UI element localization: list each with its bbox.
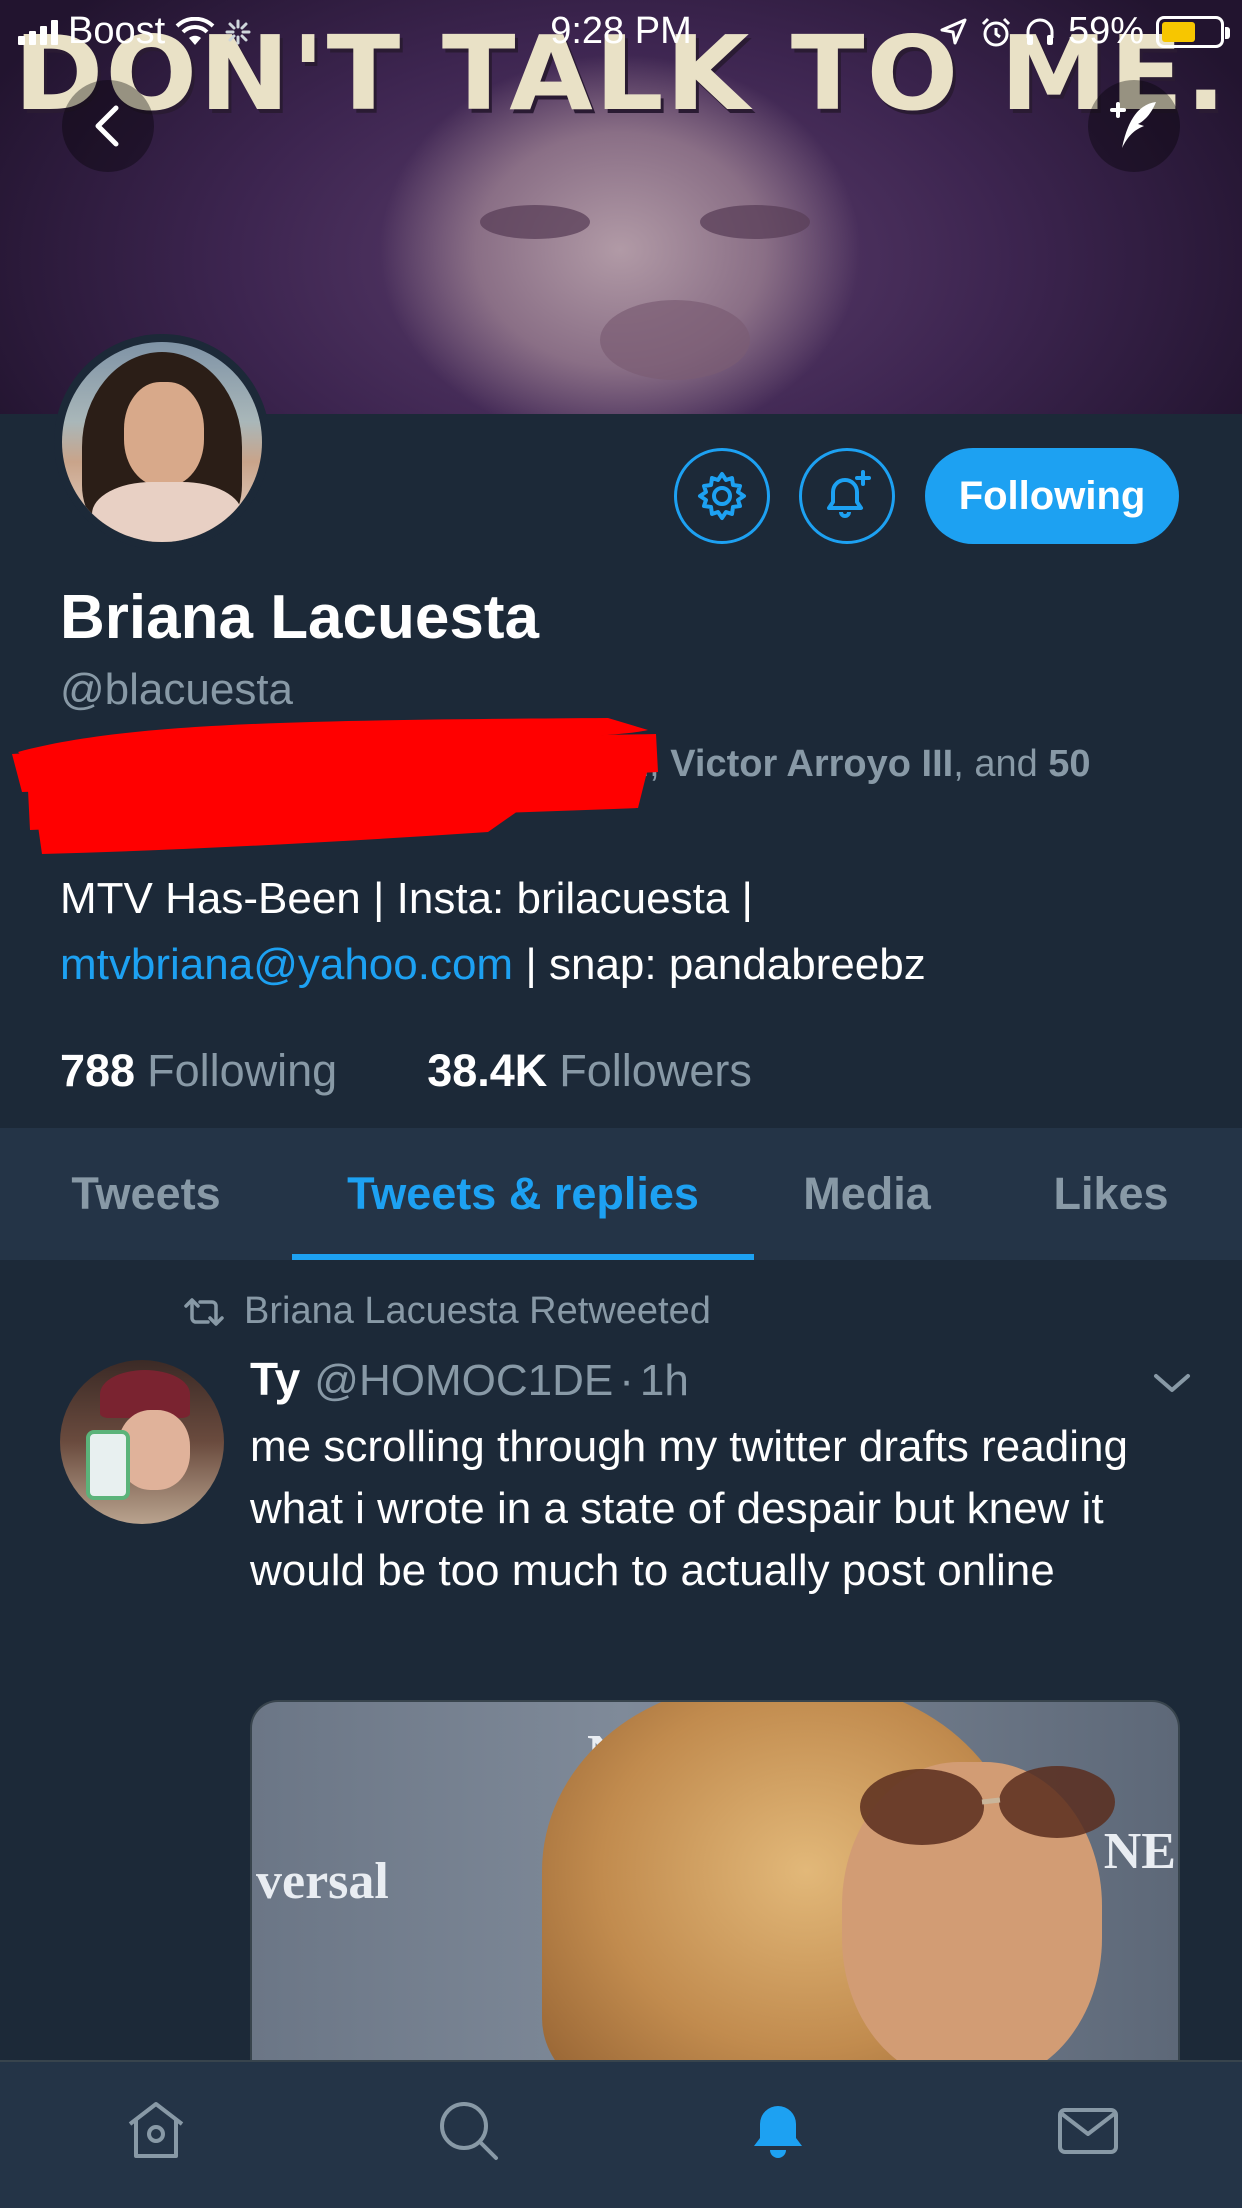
- avatar-shape: [86, 1430, 130, 1500]
- chevron-left-icon: [95, 105, 119, 147]
- retweeted-by-text: Briana Lacuesta Retweeted: [244, 1290, 711, 1332]
- retweet-context: Briana Lacuesta Retweeted: [182, 1290, 711, 1333]
- tab-media[interactable]: Media: [754, 1128, 980, 1260]
- compose-button[interactable]: [1088, 80, 1180, 172]
- following-button[interactable]: Following: [925, 448, 1179, 544]
- envelope-icon: [1058, 2108, 1118, 2154]
- tweet-more-button[interactable]: [1152, 1370, 1192, 1401]
- tab-likes[interactable]: Likes: [980, 1128, 1242, 1260]
- location-arrow-icon: [940, 18, 967, 44]
- alarm-clock-icon: [981, 17, 1010, 46]
- bottom-tab-bar: [0, 2060, 1242, 2208]
- sunglasses-shape: [860, 1766, 1115, 1845]
- home-tab-button[interactable]: [116, 2090, 196, 2170]
- bell-plus-icon: [827, 470, 871, 518]
- bio-line-1: MTV Has-Been | Insta: brilacuesta |: [60, 874, 753, 923]
- tweet-header: Ty @HOMOC1DE · 1h: [250, 1352, 689, 1406]
- following-count: 788: [60, 1045, 136, 1096]
- gear-icon: [698, 472, 746, 520]
- followed-by-middle: , and: [953, 743, 1049, 785]
- tab-tweets[interactable]: Tweets: [0, 1128, 292, 1260]
- banner-face-shape: [600, 300, 750, 380]
- following-count-link[interactable]: 788 Following: [60, 1045, 337, 1097]
- back-button[interactable]: [62, 80, 154, 172]
- media-sign-text-right: NE: [1103, 1823, 1176, 1880]
- bio-line-2-rest: | snap: pandabreebz: [513, 940, 926, 989]
- bell-icon: [754, 2106, 802, 2158]
- battery-level-fill: [1162, 21, 1196, 42]
- bio-email-link[interactable]: mtvbriana@yahoo.com: [60, 940, 513, 989]
- tweet-item[interactable]: Briana Lacuesta Retweeted Ty @HOMOC1DE ·…: [0, 1260, 1242, 2060]
- tweet-author-name[interactable]: Ty: [250, 1352, 300, 1406]
- headphones-icon: [1026, 18, 1054, 45]
- retweet-icon: [184, 1297, 224, 1326]
- media-sign-text-left: versal: [256, 1853, 389, 1910]
- notifications-tab-button[interactable]: [738, 2090, 818, 2170]
- profile-handle: @blacuesta: [60, 665, 294, 714]
- tweet-separator: ·: [619, 1356, 634, 1405]
- following-label: Following: [147, 1045, 338, 1096]
- status-right: 59%: [938, 10, 1230, 53]
- tweet-text: me scrolling through my twitter drafts r…: [250, 1422, 1128, 1595]
- notifications-toggle-button[interactable]: [799, 448, 895, 544]
- tweet-media-image[interactable]: N versal NE: [250, 1700, 1180, 2060]
- messages-tab-button[interactable]: [1048, 2090, 1128, 2170]
- red-redaction-scribble: [12, 718, 658, 854]
- tweet-author-avatar[interactable]: [60, 1360, 224, 1524]
- chevron-down-icon: [1154, 1374, 1190, 1392]
- banner-face-shape: [700, 205, 810, 239]
- profile-bio: MTV Has-Been | Insta: brilacuesta | mtvb…: [60, 866, 1190, 998]
- battery-percent: 59%: [1067, 10, 1144, 52]
- followed-by-count[interactable]: 50: [1048, 743, 1090, 785]
- profile-tabs: Tweets Tweets & replies Media Likes: [0, 1128, 1242, 1260]
- avatar-shape: [92, 482, 242, 542]
- search-icon: [440, 2102, 498, 2160]
- search-tab-button[interactable]: [428, 2090, 508, 2170]
- status-bar: Boost 9:28 PM 59%: [0, 0, 1242, 60]
- home-icon: [128, 2102, 184, 2158]
- tweet-time: 1h: [639, 1356, 689, 1405]
- tweet-author-handle[interactable]: @HOMOC1DE: [314, 1356, 613, 1406]
- followers-count: 38.4K: [427, 1045, 548, 1096]
- tab-tweets-and-replies[interactable]: Tweets & replies: [292, 1128, 754, 1260]
- bio-line-2: mtvbriana@yahoo.com | snap: pandabreebz: [60, 932, 1190, 998]
- profile-avatar-image: [62, 342, 262, 542]
- profile-display-name: Briana Lacuesta: [60, 583, 539, 652]
- avatar-shape: [124, 382, 204, 486]
- compose-quill-icon: [1110, 102, 1156, 148]
- battery-icon: [1156, 15, 1230, 48]
- profile-stats: 788 Following 38.4K Followers: [60, 1045, 752, 1097]
- banner-face-shape: [480, 205, 590, 239]
- profile-settings-button[interactable]: [674, 448, 770, 544]
- followed-by-name[interactable]: Victor Arroyo III: [670, 743, 953, 785]
- profile-avatar[interactable]: [54, 334, 270, 550]
- followers-label: Followers: [559, 1045, 752, 1096]
- followers-count-link[interactable]: 38.4K Followers: [427, 1045, 752, 1097]
